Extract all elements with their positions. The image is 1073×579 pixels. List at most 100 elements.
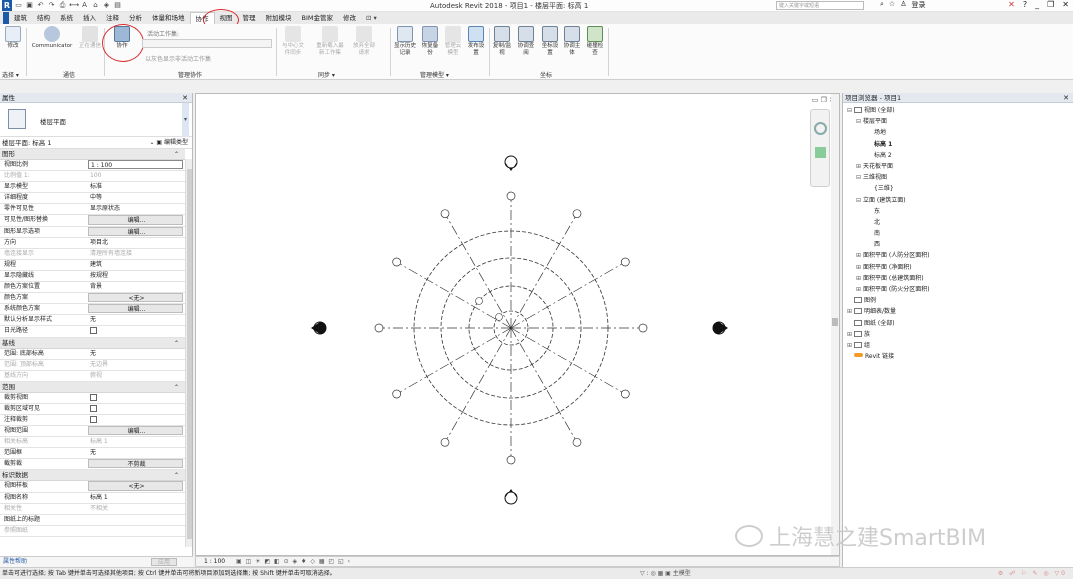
open-icon[interactable]: ▭ [14, 1, 23, 10]
browser-tree-item[interactable]: ⊞ 组 [847, 340, 930, 351]
chevron-down-icon[interactable]: ▾ [182, 103, 189, 137]
collapse-icon[interactable]: ⌃ [174, 149, 179, 160]
ribbon-tab[interactable]: 管理 [238, 12, 261, 24]
manage-cloud-button[interactable]: 管理云模型 [443, 26, 463, 57]
property-value[interactable]: 无 [88, 315, 185, 325]
browser-tree-item[interactable]: ⊞ 天花板平面 [847, 161, 930, 172]
browser-tree-item[interactable]: 标高 2 [847, 150, 930, 161]
ribbon-tab[interactable]: 结构 [32, 12, 55, 24]
gray-inactive-worksets-toggle[interactable]: 以灰色显示非活动工作集 [145, 54, 211, 63]
property-value[interactable]: 中等 [88, 193, 185, 203]
relinquish-button[interactable]: 放弃全部请求 [352, 26, 376, 57]
canvas-scrollbar[interactable] [831, 94, 839, 555]
property-value[interactable]: 1 : 100 [88, 160, 183, 170]
undo-icon[interactable]: ↶ [36, 1, 45, 10]
properties-scrollbar[interactable] [185, 159, 192, 547]
property-checkbox[interactable] [88, 326, 185, 336]
tree-toggle-icon[interactable]: ⊞ [856, 161, 863, 172]
show-history-button[interactable]: 显示历史记录 [392, 26, 418, 57]
type-selector[interactable]: 楼层平面 ▾ [0, 103, 192, 137]
property-value[interactable]: 无 [88, 448, 185, 458]
coord-host-button[interactable]: 协调主体 [562, 26, 582, 57]
print-icon[interactable]: ⎙ [58, 1, 67, 10]
tree-toggle-icon[interactable]: ⊞ [856, 250, 863, 261]
browser-tree-item[interactable]: 南 [847, 228, 930, 239]
communicator-button[interactable]: Communicator [28, 26, 76, 50]
revit-logo-icon[interactable]: R [2, 0, 12, 11]
zoom-icon[interactable] [815, 147, 826, 158]
steering-wheel-icon[interactable] [814, 122, 827, 135]
active-workset-dropdown[interactable] [142, 39, 272, 48]
collapse-icon[interactable]: ⌃ [174, 382, 179, 393]
help-icon[interactable]: ? [1023, 0, 1027, 9]
browser-tree-item[interactable]: 标高 1 [847, 139, 930, 150]
sync-center-button[interactable]: 与中心文件同步 [280, 26, 306, 57]
checkbox[interactable] [90, 393, 97, 401]
tree-toggle-icon[interactable]: ⊞ [847, 329, 854, 340]
search-input[interactable]: 键入关键字或短语 [776, 1, 864, 10]
drawing-canvas[interactable]: ▭ ❐ ✕ [195, 93, 840, 556]
ribbon-tab[interactable]: 附加模块 [261, 12, 297, 24]
tree-toggle-icon[interactable]: ⊞ [856, 273, 863, 284]
browser-tree-item[interactable]: ⊞ 明细表/数量 [847, 306, 930, 317]
3d-view-icon[interactable]: ⌂ [91, 1, 100, 10]
tree-toggle-icon[interactable]: ⊞ [847, 340, 854, 351]
property-edit-button[interactable]: <无> [88, 293, 183, 303]
view-scale[interactable]: 1 : 100 [204, 558, 225, 565]
browser-tree-item[interactable]: ⊞ 族 [847, 329, 930, 340]
property-value[interactable]: 标高 1 [88, 493, 185, 503]
ribbon-tab[interactable]: 分析 [124, 12, 147, 24]
restore-button[interactable]: ❐ [1047, 0, 1054, 9]
property-value[interactable]: 项目北 [88, 238, 185, 248]
copy-monitor-button[interactable]: 复制/监视 [492, 26, 512, 57]
collapse-icon[interactable]: ⌃ [174, 338, 179, 349]
edit-type-button[interactable]: ⌄ ▣ 编辑类型 [149, 138, 188, 148]
interference-check-button[interactable]: 碰撞检查 [585, 26, 605, 57]
property-edit-button[interactable]: 编辑... [88, 215, 183, 225]
binoculars-icon[interactable]: ⌕ [880, 0, 884, 10]
ribbon-tab[interactable]: 体量和场地 [147, 12, 190, 24]
measure-icon[interactable]: ⟷ [69, 1, 79, 10]
property-value[interactable]: 按规程 [88, 271, 185, 281]
property-value[interactable] [88, 515, 185, 525]
text-icon[interactable]: A [80, 1, 89, 10]
publish-settings-button[interactable]: 发布设置 [466, 26, 486, 57]
coord-settings-button[interactable]: 坐标设置 [540, 26, 560, 57]
ribbon-tab[interactable]: BIM金管家 [297, 12, 338, 24]
browser-tree-item[interactable]: 场地 [847, 127, 930, 138]
login-link[interactable]: 登录 [911, 0, 925, 10]
restore-backup-button[interactable]: 恢复备份 [420, 26, 440, 57]
property-value[interactable]: 无 [88, 349, 185, 359]
browser-tree-item[interactable]: ⊞ 面积平面 (防火分区面积) [847, 284, 930, 295]
collapse-icon[interactable]: ⌃ [174, 470, 179, 481]
ribbon-tab[interactable]: 建筑 [9, 12, 32, 24]
exchange-icon[interactable]: ✕ [1008, 0, 1015, 9]
property-value[interactable]: 背景 [88, 282, 185, 292]
property-edit-button[interactable]: 不剪裁 [88, 459, 183, 469]
tree-toggle-icon[interactable]: ⊞ [856, 284, 863, 295]
tree-toggle-icon[interactable]: ⊟ [856, 172, 863, 183]
tree-toggle-icon[interactable]: ⊟ [856, 195, 863, 206]
browser-tree-item[interactable]: Revit 链接 [847, 351, 930, 362]
close-hidden-icon[interactable]: ▤ [113, 1, 122, 10]
browser-tree-item[interactable]: ⊟ 立面 (建筑立面) [847, 195, 930, 206]
close-icon[interactable]: ✕ [1063, 93, 1069, 103]
browser-tree-item[interactable]: ⊞ 面积平面 (净面积) [847, 262, 930, 273]
browser-tree-item[interactable]: 北 [847, 217, 930, 228]
star-icon[interactable]: ☆ [889, 0, 895, 10]
browser-tree-item[interactable]: 图纸 (全部) [847, 318, 930, 329]
property-group[interactable]: 基线 ⌃ [0, 337, 185, 349]
property-group[interactable]: 范围 ⌃ [0, 381, 185, 393]
minimize-button[interactable]: _ [1035, 0, 1039, 9]
property-checkbox[interactable] [88, 415, 185, 425]
coord-review-button[interactable]: 协调查阅 [516, 26, 536, 57]
chat-button[interactable]: 正在通信 [78, 26, 102, 50]
instance-filter[interactable]: 楼层平面: 标高 1 ⌄ ▣ 编辑类型 [0, 137, 192, 149]
browser-tree-item[interactable]: ⊟ 三维视图 [847, 172, 930, 183]
browser-tree-item[interactable]: 图例 [847, 295, 930, 306]
property-edit-button[interactable]: 编辑... [88, 226, 183, 236]
property-value[interactable]: 建筑 [88, 260, 185, 270]
browser-tree-item[interactable]: {三维} [847, 183, 930, 194]
panel-label-model[interactable]: 管理模型 ▾ [420, 70, 449, 79]
view-bar-icons[interactable]: ▣ ◫ ☀ ◩ ◧ ⊙ ◈ ♦ ◇ ▦ ◰ ◱ ‹ [236, 557, 351, 566]
